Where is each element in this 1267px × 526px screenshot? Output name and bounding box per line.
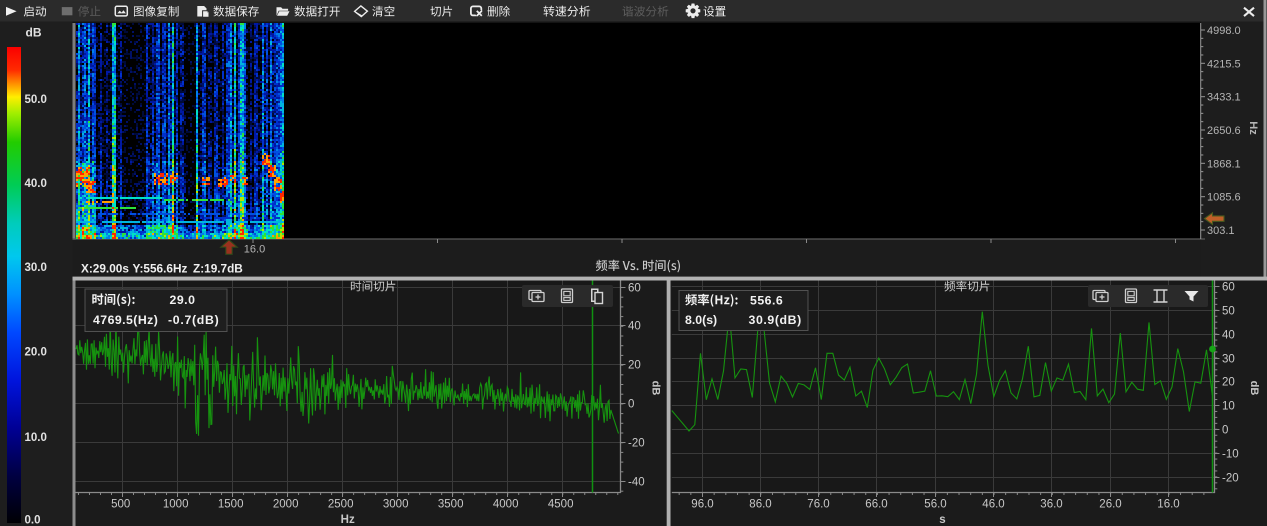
- svg-text:Y:556.6Hz: Y:556.6Hz: [133, 262, 188, 276]
- svg-text:86.0: 86.0: [749, 499, 771, 511]
- svg-text:0: 0: [1222, 425, 1228, 437]
- svg-text:16.0: 16.0: [1157, 499, 1179, 511]
- svg-text:1868.1: 1868.1: [1207, 158, 1241, 170]
- svg-text:20: 20: [628, 360, 641, 372]
- svg-text:30: 30: [1222, 354, 1235, 366]
- svg-text:dB: dB: [26, 26, 42, 40]
- svg-text:303.1: 303.1: [1207, 225, 1235, 237]
- svg-text:3433.1: 3433.1: [1207, 92, 1241, 104]
- svg-text:s: s: [939, 514, 945, 526]
- svg-text:76.0: 76.0: [807, 499, 829, 511]
- svg-text:26.0: 26.0: [1099, 499, 1121, 511]
- svg-text:500: 500: [111, 499, 130, 511]
- svg-text:2650.6: 2650.6: [1207, 125, 1241, 137]
- svg-text:40: 40: [628, 321, 641, 333]
- svg-text:0.0: 0.0: [25, 515, 41, 526]
- svg-text:96.0: 96.0: [691, 499, 713, 511]
- svg-text:60: 60: [1222, 282, 1235, 294]
- svg-text:36.0: 36.0: [1040, 499, 1062, 511]
- svg-text:3000: 3000: [383, 499, 409, 511]
- svg-text:-20: -20: [628, 438, 645, 450]
- svg-text:1000: 1000: [163, 499, 189, 511]
- svg-text:20.0: 20.0: [25, 347, 47, 359]
- svg-text:20: 20: [1222, 377, 1235, 389]
- svg-text:-10: -10: [1222, 449, 1239, 461]
- svg-text:1500: 1500: [218, 499, 244, 511]
- svg-text:56.0: 56.0: [924, 499, 946, 511]
- svg-text:30.0: 30.0: [25, 262, 47, 274]
- svg-text:4215.5: 4215.5: [1207, 58, 1241, 70]
- svg-text:50: 50: [1222, 306, 1235, 318]
- svg-text:10: 10: [1222, 401, 1235, 413]
- svg-text:2500: 2500: [328, 499, 354, 511]
- svg-text:dB: dB: [1248, 381, 1260, 396]
- svg-text:50.0: 50.0: [25, 94, 47, 106]
- svg-text:66.0: 66.0: [865, 499, 887, 511]
- svg-text:4000: 4000: [493, 499, 519, 511]
- svg-text:dB: dB: [650, 381, 662, 396]
- svg-text:4769.5(Hz): 4769.5(Hz): [93, 313, 158, 327]
- svg-text:X:29.00s: X:29.00s: [81, 262, 129, 276]
- svg-text:-40: -40: [628, 477, 645, 489]
- svg-text:40: 40: [1222, 330, 1235, 342]
- svg-text:30.9(dB): 30.9(dB): [749, 313, 802, 327]
- svg-text:-20: -20: [1222, 473, 1239, 485]
- svg-text:Hz: Hz: [1247, 121, 1259, 135]
- svg-text:40.0: 40.0: [25, 178, 47, 190]
- svg-text:29.0: 29.0: [170, 293, 196, 307]
- svg-text:2000: 2000: [273, 499, 299, 511]
- svg-text:60: 60: [628, 283, 641, 295]
- svg-text:46.0: 46.0: [982, 499, 1004, 511]
- svg-text:0: 0: [628, 399, 634, 411]
- svg-text:Hz: Hz: [341, 514, 355, 526]
- svg-text:4998.0: 4998.0: [1207, 25, 1241, 37]
- svg-text:8.0(s): 8.0(s): [685, 313, 717, 327]
- svg-text:1085.6: 1085.6: [1207, 192, 1241, 204]
- svg-text:556.6: 556.6: [750, 293, 783, 307]
- svg-text:10.0: 10.0: [25, 432, 47, 444]
- svg-text:4500: 4500: [548, 499, 574, 511]
- svg-text:Z:19.7dB: Z:19.7dB: [193, 262, 243, 276]
- svg-text:-0.7(dB): -0.7(dB): [168, 313, 219, 327]
- svg-text:16.0: 16.0: [244, 244, 265, 256]
- svg-text:3500: 3500: [438, 499, 464, 511]
